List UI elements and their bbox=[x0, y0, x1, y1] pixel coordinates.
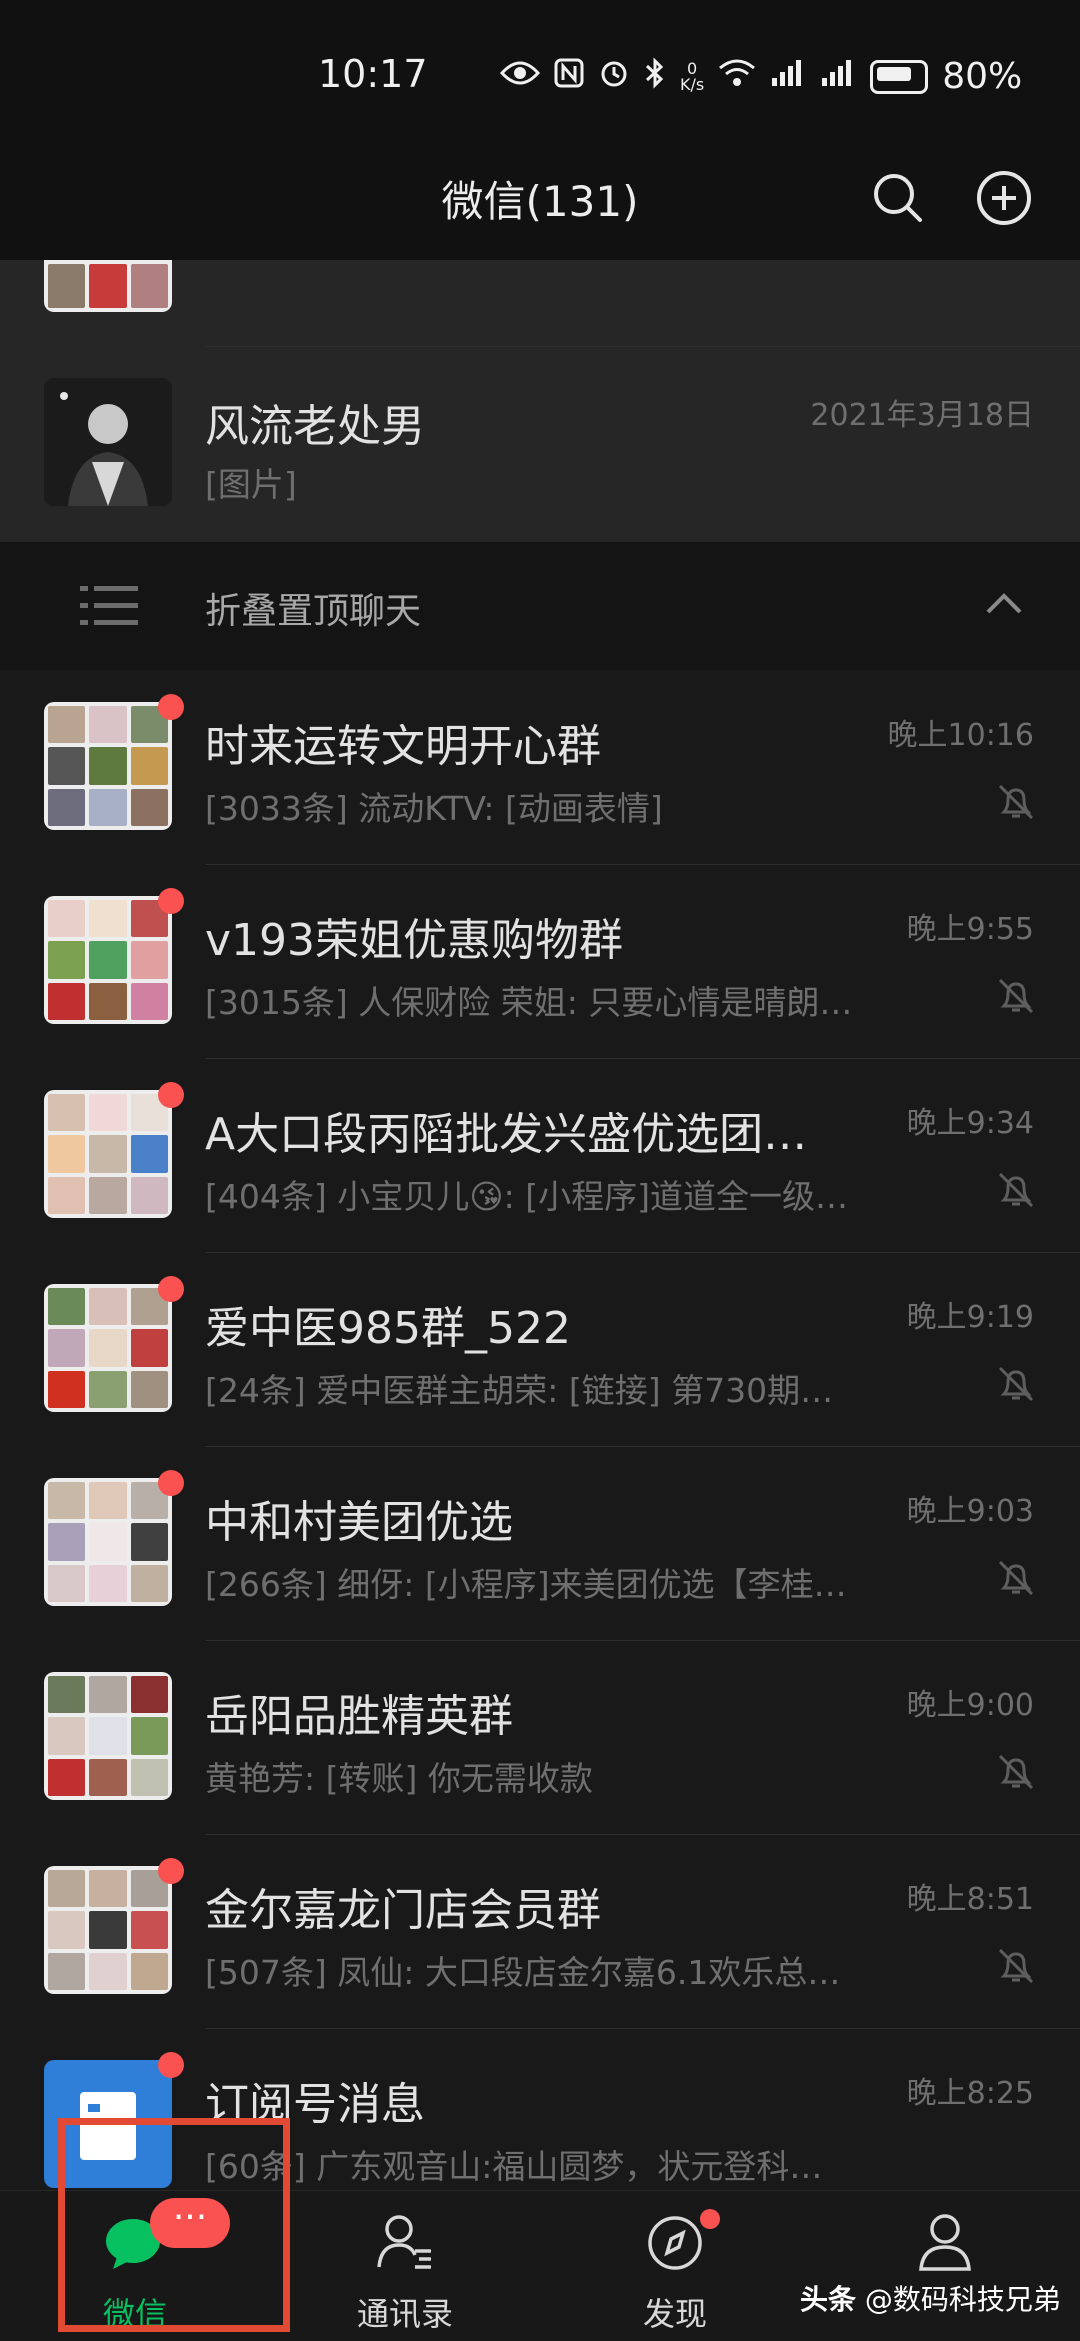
chat-row[interactable]: A大口段丙䧟批发兴盛优选团… [404条] 小宝贝儿😘: [小程序]道道全一级…… bbox=[0, 1058, 1080, 1252]
highlight-annotation-box bbox=[58, 2118, 290, 2332]
eye-icon bbox=[499, 59, 541, 95]
chevron-up-icon bbox=[986, 593, 1022, 614]
pinned-partial-avatar[interactable] bbox=[44, 260, 172, 312]
chat-last-message: 黄艳芳: [转账] 你无需收款 bbox=[205, 1759, 593, 1798]
chat-time: 晚上9:55 bbox=[906, 912, 1034, 947]
chat-time: 晚上8:25 bbox=[906, 2076, 1034, 2111]
avatar bbox=[44, 1478, 172, 1606]
chat-last-message: [3033条] 流动KTV: [动画表情] bbox=[205, 789, 663, 828]
alarm-icon bbox=[598, 57, 630, 97]
battery-percent: 80% bbox=[942, 56, 1023, 97]
signal-icon-2 bbox=[820, 58, 856, 96]
chat-time: 晚上9:34 bbox=[906, 1106, 1034, 1141]
watermark-brand: 头条 bbox=[800, 2283, 857, 2316]
chat-time: 晚上9:19 bbox=[906, 1300, 1034, 1335]
avatar bbox=[44, 1090, 172, 1218]
chat-last-message: [图片] bbox=[205, 465, 297, 504]
chat-name: 爱中医985群_522 bbox=[205, 1303, 571, 1354]
mute-bell-icon bbox=[998, 1948, 1034, 1984]
wifi-icon bbox=[718, 58, 756, 96]
chat-row[interactable]: 中和村美团优选 [266条] 细伢: [小程序]来美团优选【李桂… 晚上9:03 bbox=[0, 1446, 1080, 1640]
bluetooth-icon bbox=[644, 56, 666, 97]
chat-name: 岳阳品胜精英群 bbox=[205, 1691, 513, 1742]
plus-circle-icon bbox=[977, 171, 1031, 225]
top-bar: 微信(131) bbox=[0, 140, 1080, 260]
tab-label: 发现 bbox=[642, 2295, 707, 2333]
mute-bell-icon bbox=[998, 1366, 1034, 1402]
unread-dot bbox=[158, 1858, 184, 1884]
chat-name: A大口段丙䧟批发兴盛优选团… bbox=[205, 1109, 808, 1160]
chat-time: 晚上9:03 bbox=[906, 1494, 1034, 1529]
mute-bell-icon bbox=[998, 1560, 1034, 1596]
chat-row[interactable]: 金尔嘉龙门店会员群 [507条] 凤仙: 大口段店金尔嘉6.1欢乐总… 晚上8:… bbox=[0, 1834, 1080, 2028]
chat-row[interactable]: 岳阳品胜精英群 黄艳芳: [转账] 你无需收款 晚上9:00 bbox=[0, 1640, 1080, 1834]
unread-dot bbox=[158, 888, 184, 914]
avatar bbox=[44, 896, 172, 1024]
pinned-chat-row[interactable]: 风流老处男 [图片] 2021年3月18日 bbox=[0, 346, 1080, 542]
net-speed: 0 K/s bbox=[680, 58, 705, 94]
discover-unread-dot bbox=[700, 2209, 720, 2229]
battery-icon bbox=[870, 59, 929, 94]
chat-name: 时来运转文明开心群 bbox=[205, 721, 601, 772]
chat-name: v193荣姐优惠购物群 bbox=[205, 915, 624, 966]
chat-last-message: [507条] 凤仙: 大口段店金尔嘉6.1欢乐总… bbox=[205, 1953, 841, 1992]
unread-dot bbox=[158, 1470, 184, 1496]
chat-last-message: [24条] 爱中医群主胡荣: [链接] 第730期… bbox=[205, 1371, 834, 1410]
tab-discover[interactable]: 发现 bbox=[540, 2191, 810, 2341]
signal-icon bbox=[770, 58, 806, 96]
status-icons: 0 K/s 80% bbox=[499, 56, 1023, 97]
mute-bell-icon bbox=[998, 1172, 1034, 1208]
chat-last-message: [266条] 细伢: [小程序]来美团优选【李桂… bbox=[205, 1565, 847, 1604]
tab-contacts[interactable]: 通讯录 bbox=[270, 2191, 540, 2341]
tab-label: 通讯录 bbox=[356, 2295, 453, 2333]
compass-icon bbox=[648, 2216, 702, 2270]
avatar bbox=[44, 378, 172, 506]
fold-label: 折叠置顶聊天 bbox=[205, 591, 422, 632]
search-button[interactable] bbox=[868, 168, 928, 228]
avatar bbox=[44, 702, 172, 830]
watermark-author: @数码科技兄弟 bbox=[864, 2283, 1061, 2316]
list-icon bbox=[80, 586, 138, 625]
chat-row[interactable]: 爱中医985群_522 [24条] 爱中医群主胡荣: [链接] 第730期… 晚… bbox=[0, 1252, 1080, 1446]
watermark: 头条 @数码科技兄弟 bbox=[800, 2278, 1061, 2318]
folded-pinned-chats[interactable]: 折叠置顶聊天 bbox=[0, 542, 1080, 670]
search-icon bbox=[874, 174, 922, 222]
tab-me[interactable]: 我 bbox=[810, 2191, 1080, 2341]
unread-dot bbox=[158, 1082, 184, 1108]
chat-name: 中和村美团优选 bbox=[205, 1497, 513, 1548]
avatar bbox=[44, 1866, 172, 1994]
chat-last-message: [404条] 小宝贝儿😘: [小程序]道道全一级… bbox=[205, 1177, 848, 1216]
chat-row[interactable]: 时来运转文明开心群 [3033条] 流动KTV: [动画表情] 晚上10:16 bbox=[0, 670, 1080, 864]
chat-time: 2021年3月18日 bbox=[810, 398, 1034, 433]
nfc-icon bbox=[554, 58, 584, 96]
unread-dot bbox=[158, 2052, 184, 2078]
contacts-icon bbox=[377, 2215, 431, 2269]
mute-bell-icon bbox=[998, 1754, 1034, 1790]
chat-name: 风流老处男 bbox=[205, 401, 425, 452]
chat-time: 晚上8:51 bbox=[906, 1882, 1034, 1917]
mute-bell-icon bbox=[998, 784, 1034, 820]
status-bar: 10:17 0 K/s 80% bbox=[0, 0, 1080, 140]
status-time: 10:17 bbox=[318, 52, 428, 96]
unread-dot bbox=[158, 694, 184, 720]
chat-row[interactable]: v193荣姐优惠购物群 [3015条] 人保财险 荣姐: 只要心情是晴朗… 晚上… bbox=[0, 864, 1080, 1058]
add-button[interactable] bbox=[974, 168, 1034, 228]
chat-time: 晚上10:16 bbox=[887, 718, 1034, 753]
chat-name: 金尔嘉龙门店会员群 bbox=[205, 1885, 601, 1936]
avatar bbox=[44, 1284, 172, 1412]
chat-last-message: [3015条] 人保财险 荣姐: 只要心情是晴朗… bbox=[205, 983, 853, 1022]
chat-time: 晚上9:00 bbox=[906, 1688, 1034, 1723]
avatar bbox=[44, 1672, 172, 1800]
person-icon bbox=[919, 2214, 971, 2271]
mute-bell-icon bbox=[998, 978, 1034, 1014]
unread-dot bbox=[158, 1276, 184, 1302]
chat-last-message: [60条] 广东观音山:福山圆梦，状元登科… bbox=[205, 2147, 823, 2186]
